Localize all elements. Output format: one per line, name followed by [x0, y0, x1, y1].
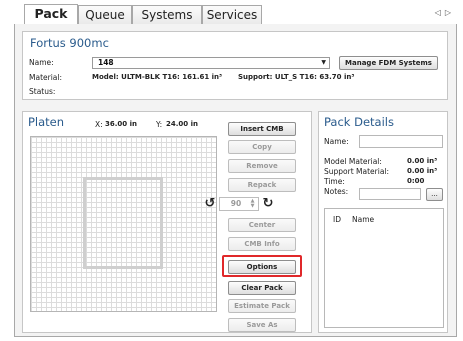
model-material-label: Model Material:	[324, 157, 382, 166]
time-label: Time:	[324, 177, 345, 186]
copy-button[interactable]: Copy	[228, 140, 296, 154]
printer-panel: Fortus 900mc Name: 148 ▼ Manage FDM Syst…	[22, 31, 448, 100]
notes-label: Notes:	[324, 187, 349, 196]
clear-pack-button[interactable]: Clear Pack	[228, 281, 296, 295]
center-button[interactable]: Center	[228, 218, 296, 232]
pack-details-title: Pack Details	[324, 115, 394, 129]
insert-cmb-button[interactable]: Insert CMB	[228, 122, 296, 136]
tab-systems-view[interactable]: Systems View	[132, 5, 202, 40]
tab-label: Pack	[34, 6, 68, 21]
estimate-pack-button[interactable]: Estimate Pack	[228, 299, 296, 313]
tab-scroll-right-icon[interactable]: ▷	[445, 8, 455, 17]
rotation-input[interactable]: 90 ▲ ▼	[219, 197, 259, 211]
material-label: Material:	[29, 73, 62, 82]
tab-scroll-left-icon[interactable]: ◁	[435, 8, 445, 17]
platen-y-value: 24.00 in	[166, 120, 198, 128]
options-highlight-box	[222, 255, 302, 277]
tab-label: Services	[206, 8, 258, 22]
notes-input[interactable]	[359, 188, 421, 200]
support-material-value: Support: ULT_S T16: 63.70 in³	[238, 73, 355, 81]
pack-name-label: Name:	[324, 137, 349, 146]
tab-label: Queue	[85, 8, 125, 22]
platen-y-label: Y:	[156, 120, 163, 129]
rotation-stepper: ↺ 90 ▲ ▼ ↻	[203, 196, 275, 212]
tab-services[interactable]: Services	[202, 5, 262, 25]
build-area-outline	[83, 177, 163, 269]
list-header-id[interactable]: ID	[333, 215, 341, 224]
notes-browse-button[interactable]: ...	[426, 188, 443, 201]
spin-arrows-icon[interactable]: ▲ ▼	[248, 199, 257, 209]
platen-grid[interactable]	[30, 136, 217, 312]
pack-details-panel: Pack Details Name: Model Material: 0.00 …	[318, 111, 448, 333]
repack-button[interactable]: Repack	[228, 178, 296, 192]
tab-bar: Pack Queue Systems View Services ◁▷	[0, 0, 463, 40]
model-material-value: Model: ULTM-BLK T16: 161.61 in³	[92, 73, 223, 81]
manage-fdm-systems-button[interactable]: Manage FDM Systems	[339, 56, 438, 70]
rotation-value: 90	[230, 199, 242, 208]
platen-title: Platen	[28, 115, 65, 129]
pack-time-value: 0:00	[407, 177, 425, 185]
list-header-name[interactable]: Name	[352, 215, 374, 224]
pack-parts-list[interactable]: ID Name	[324, 208, 444, 328]
pack-name-input[interactable]	[359, 135, 443, 148]
pack-support-material-value: 0.00 in³	[407, 167, 438, 175]
platen-x-label: X:	[95, 120, 103, 129]
rotate-left-icon[interactable]: ↺	[203, 196, 217, 212]
printer-name-label: Name:	[29, 58, 54, 67]
printer-title: Fortus 900mc	[30, 36, 109, 50]
status-label: Status:	[29, 87, 56, 96]
platen-x-value: 36.00 in	[105, 120, 137, 128]
rotate-right-icon[interactable]: ↻	[261, 196, 275, 212]
remove-button[interactable]: Remove	[228, 159, 296, 173]
pack-model-material-value: 0.00 in³	[407, 157, 438, 165]
cmb-info-button[interactable]: CMB Info	[228, 237, 296, 251]
tab-pack[interactable]: Pack	[24, 4, 78, 25]
chevron-down-icon[interactable]: ▼	[321, 58, 326, 68]
support-material-label: Support Material:	[324, 167, 390, 176]
tab-scroll-arrows: ◁▷	[435, 8, 455, 17]
printer-select-value: 148	[98, 58, 114, 67]
tab-queue[interactable]: Queue	[78, 5, 132, 25]
save-as-button[interactable]: Save As	[228, 318, 296, 332]
printer-select[interactable]: 148 ▼	[92, 57, 330, 69]
